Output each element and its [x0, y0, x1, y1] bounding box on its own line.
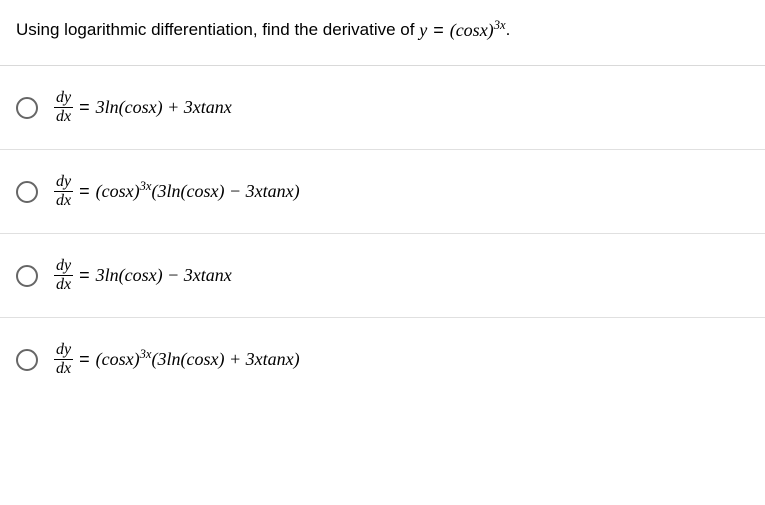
option-2-math: dy dx = (cosx)3x(3ln(cosx) − 3xtanx) — [54, 174, 300, 209]
question-text: Using logarithmic differentiation, find … — [16, 20, 419, 39]
question-prompt: Using logarithmic differentiation, find … — [0, 0, 765, 66]
option-3-math: dy dx = 3ln(cosx) − 3xtanx — [54, 258, 232, 293]
radio-icon[interactable] — [16, 265, 38, 287]
option-4-math: dy dx = (cosx)3x(3ln(cosx) + 3xtanx) — [54, 342, 300, 377]
fraction-dy-dx: dy dx — [54, 342, 73, 377]
options-group: dy dx = 3ln(cosx) + 3xtanx dy dx = (cosx… — [0, 66, 765, 401]
option-1[interactable]: dy dx = 3ln(cosx) + 3xtanx — [0, 66, 765, 150]
radio-icon[interactable] — [16, 181, 38, 203]
fraction-dy-dx: dy dx — [54, 90, 73, 125]
fraction-dy-dx: dy dx — [54, 258, 73, 293]
question-equation: y = (cosx)3x — [419, 18, 505, 43]
option-3[interactable]: dy dx = 3ln(cosx) − 3xtanx — [0, 234, 765, 318]
fraction-dy-dx: dy dx — [54, 174, 73, 209]
radio-icon[interactable] — [16, 97, 38, 119]
radio-icon[interactable] — [16, 349, 38, 371]
option-4[interactable]: dy dx = (cosx)3x(3ln(cosx) + 3xtanx) — [0, 318, 765, 401]
option-2[interactable]: dy dx = (cosx)3x(3ln(cosx) − 3xtanx) — [0, 150, 765, 234]
option-1-math: dy dx = 3ln(cosx) + 3xtanx — [54, 90, 232, 125]
